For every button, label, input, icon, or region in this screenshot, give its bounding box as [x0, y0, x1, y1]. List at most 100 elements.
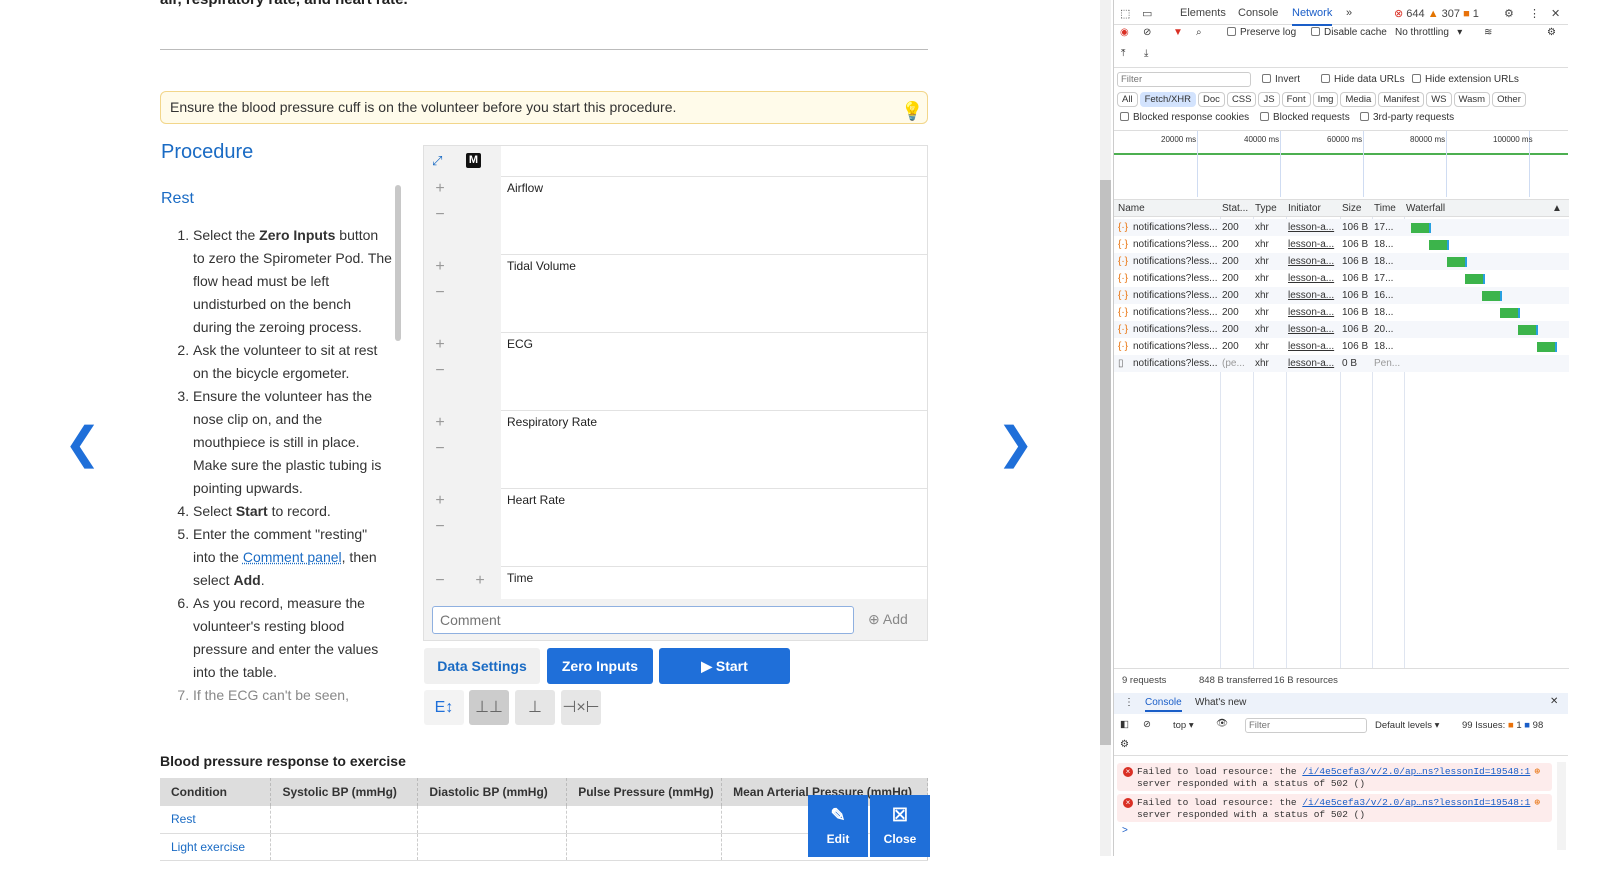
network-request-row[interactable]: {·} notifications?less... 200 xhr lesson-a..…: [1114, 219, 1569, 236]
zoom-out-icon[interactable]: −: [434, 206, 446, 224]
zoom-in-icon[interactable]: +: [434, 336, 446, 354]
request-initiator[interactable]: lesson-a...: [1288, 236, 1334, 253]
network-column-header[interactable]: Size: [1342, 200, 1361, 217]
network-request-row[interactable]: {·} notifications?less... 200 xhr lesson-a..…: [1114, 236, 1569, 253]
request-initiator[interactable]: lesson-a...: [1288, 321, 1334, 338]
condition-link[interactable]: Rest: [160, 806, 272, 834]
zoom-out-icon[interactable]: −: [434, 362, 446, 380]
type-filter-font[interactable]: Font: [1281, 92, 1311, 107]
network-request-row[interactable]: {·} notifications?less... 200 xhr lesson-a..…: [1114, 321, 1569, 338]
network-request-row[interactable]: {·} notifications?less... 200 xhr lesson-a..…: [1114, 338, 1569, 355]
value-cell[interactable]: [417, 833, 568, 861]
value-cell[interactable]: [270, 833, 419, 861]
drawer-menu-icon[interactable]: ⋮: [1124, 697, 1134, 708]
network-column-header[interactable]: Initiator: [1288, 200, 1321, 217]
network-request-row[interactable]: {·} notifications?less... 200 xhr lesson-a..…: [1114, 270, 1569, 287]
tab-network[interactable]: Network: [1292, 7, 1333, 26]
start-button[interactable]: ▶ Start: [659, 648, 790, 684]
network-column-header[interactable]: Stat...: [1222, 200, 1248, 217]
close-button[interactable]: ☒ Close: [870, 795, 930, 857]
zoom-out-icon[interactable]: −: [434, 440, 446, 458]
type-filter-css[interactable]: CSS: [1226, 92, 1257, 107]
autoscale-icon[interactable]: E↕: [424, 690, 464, 725]
request-initiator[interactable]: lesson-a...: [1288, 287, 1334, 304]
comment-panel-link[interactable]: Comment panel: [243, 549, 342, 565]
request-initiator[interactable]: lesson-a...: [1288, 270, 1334, 287]
network-icon[interactable]: ⊕: [1534, 766, 1540, 777]
network-request-row[interactable]: {·} notifications?less... 200 xhr lesson-a..…: [1114, 253, 1569, 270]
download-icon[interactable]: ⤓: [1144, 48, 1148, 59]
hide-data-urls-checkbox[interactable]: Hide data URLs: [1321, 74, 1405, 85]
value-cell[interactable]: [566, 806, 723, 834]
two-marker-icon[interactable]: ⊥⊥: [469, 690, 509, 725]
page-scrollbar-thumb[interactable]: [1100, 180, 1111, 745]
live-expression-eye-icon[interactable]: 👁: [1216, 718, 1228, 729]
disable-cache-checkbox[interactable]: Disable cache: [1311, 27, 1387, 38]
value-cell[interactable]: [566, 833, 723, 861]
channel-airflow[interactable]: Airflow: [501, 176, 927, 254]
tab-console[interactable]: Console: [1238, 7, 1278, 19]
edit-button[interactable]: ✎ Edit: [808, 795, 868, 857]
console-scrollbar[interactable]: [1557, 762, 1566, 850]
invert-checkbox[interactable]: Invert: [1262, 74, 1300, 85]
console-filter-input[interactable]: [1245, 718, 1367, 733]
errors-count[interactable]: ⊗ 644 ▲ 307 ■ 1: [1394, 7, 1479, 20]
network-column-header[interactable]: Time: [1374, 200, 1396, 217]
network-request-row[interactable]: {·} notifications?less... 200 xhr lesson-a..…: [1114, 287, 1569, 304]
type-filter-all[interactable]: All: [1117, 92, 1138, 107]
single-marker-icon[interactable]: ⊥: [515, 690, 555, 725]
type-filter-other[interactable]: Other: [1492, 92, 1526, 107]
time-zoom-in-icon[interactable]: +: [474, 572, 486, 590]
network-overview-timeline[interactable]: 20000 ms 40000 ms 60000 ms 80000 ms 100000 m…: [1114, 130, 1568, 197]
channel-ecg[interactable]: ECG: [501, 332, 927, 410]
close-drawer-icon[interactable]: ✕: [1550, 696, 1558, 707]
sidebar-toggle-icon[interactable]: ◧: [1120, 719, 1129, 730]
type-filter-ws[interactable]: WS: [1426, 92, 1452, 107]
expand-icon[interactable]: ⤢: [432, 153, 442, 169]
clear-icon[interactable]: ⊘: [1143, 27, 1151, 38]
request-initiator[interactable]: lesson-a...: [1288, 338, 1334, 355]
zoom-in-icon[interactable]: +: [434, 492, 446, 510]
preserve-log-checkbox[interactable]: Preserve log: [1227, 27, 1296, 38]
time-zoom-out-icon[interactable]: −: [434, 572, 446, 590]
zoom-out-icon[interactable]: −: [434, 518, 446, 536]
log-levels-select[interactable]: Default levels ▾: [1375, 720, 1439, 731]
network-conditions-icon[interactable]: ≋: [1484, 27, 1492, 38]
kebab-menu-icon[interactable]: ⋮: [1529, 7, 1540, 20]
add-comment-button[interactable]: ⊕ Add: [868, 611, 908, 628]
channel-heart-rate[interactable]: Heart Rate: [501, 488, 927, 566]
channel-respiratory-rate[interactable]: Respiratory Rate: [501, 410, 927, 488]
network-icon[interactable]: ⊕: [1534, 797, 1540, 808]
remove-marker-icon[interactable]: ⊣×⊢: [561, 690, 601, 725]
marker-button[interactable]: M: [466, 153, 481, 168]
console-settings-gear-icon[interactable]: ⚙: [1120, 739, 1129, 750]
record-icon[interactable]: ◉: [1120, 27, 1129, 38]
zoom-in-icon[interactable]: +: [434, 414, 446, 432]
type-filter-js[interactable]: JS: [1258, 92, 1280, 107]
search-icon[interactable]: ⌕: [1196, 27, 1202, 38]
network-column-header[interactable]: Name: [1118, 200, 1145, 217]
type-filter-wasm[interactable]: Wasm: [1453, 92, 1491, 107]
blocked-cookies-checkbox[interactable]: Blocked response cookies: [1120, 112, 1249, 123]
network-filter-input[interactable]: [1117, 72, 1251, 87]
request-initiator[interactable]: lesson-a...: [1288, 355, 1334, 372]
hide-ext-urls-checkbox[interactable]: Hide extension URLs: [1412, 74, 1519, 85]
zoom-out-icon[interactable]: −: [434, 284, 446, 302]
sort-ascending-icon[interactable]: ▲: [1552, 200, 1562, 217]
filter-icon[interactable]: ▼: [1173, 27, 1183, 38]
resource-link[interactable]: /i/4e5cefa3/v/2.0/ap…ns?lessonId=19548:1: [1302, 797, 1530, 808]
network-column-header[interactable]: Type: [1255, 200, 1277, 217]
throttling-select[interactable]: No throttling ▾: [1395, 27, 1462, 38]
type-filter-manifest[interactable]: Manifest: [1378, 92, 1425, 107]
console-prompt[interactable]: >: [1122, 825, 1128, 836]
blocked-requests-checkbox[interactable]: Blocked requests: [1260, 112, 1350, 123]
zero-inputs-button[interactable]: Zero Inputs: [547, 648, 653, 684]
data-settings-button[interactable]: Data Settings: [424, 648, 540, 684]
more-tabs-icon[interactable]: »: [1346, 7, 1352, 19]
network-settings-icon[interactable]: ⚙: [1547, 27, 1556, 38]
context-select[interactable]: top ▾: [1173, 720, 1194, 731]
value-cell[interactable]: [270, 806, 419, 834]
condition-link[interactable]: Light exercise: [160, 833, 272, 861]
drawer-tab-console[interactable]: Console: [1145, 697, 1182, 712]
type-filter-fetch-xhr[interactable]: Fetch/XHR: [1139, 92, 1197, 107]
